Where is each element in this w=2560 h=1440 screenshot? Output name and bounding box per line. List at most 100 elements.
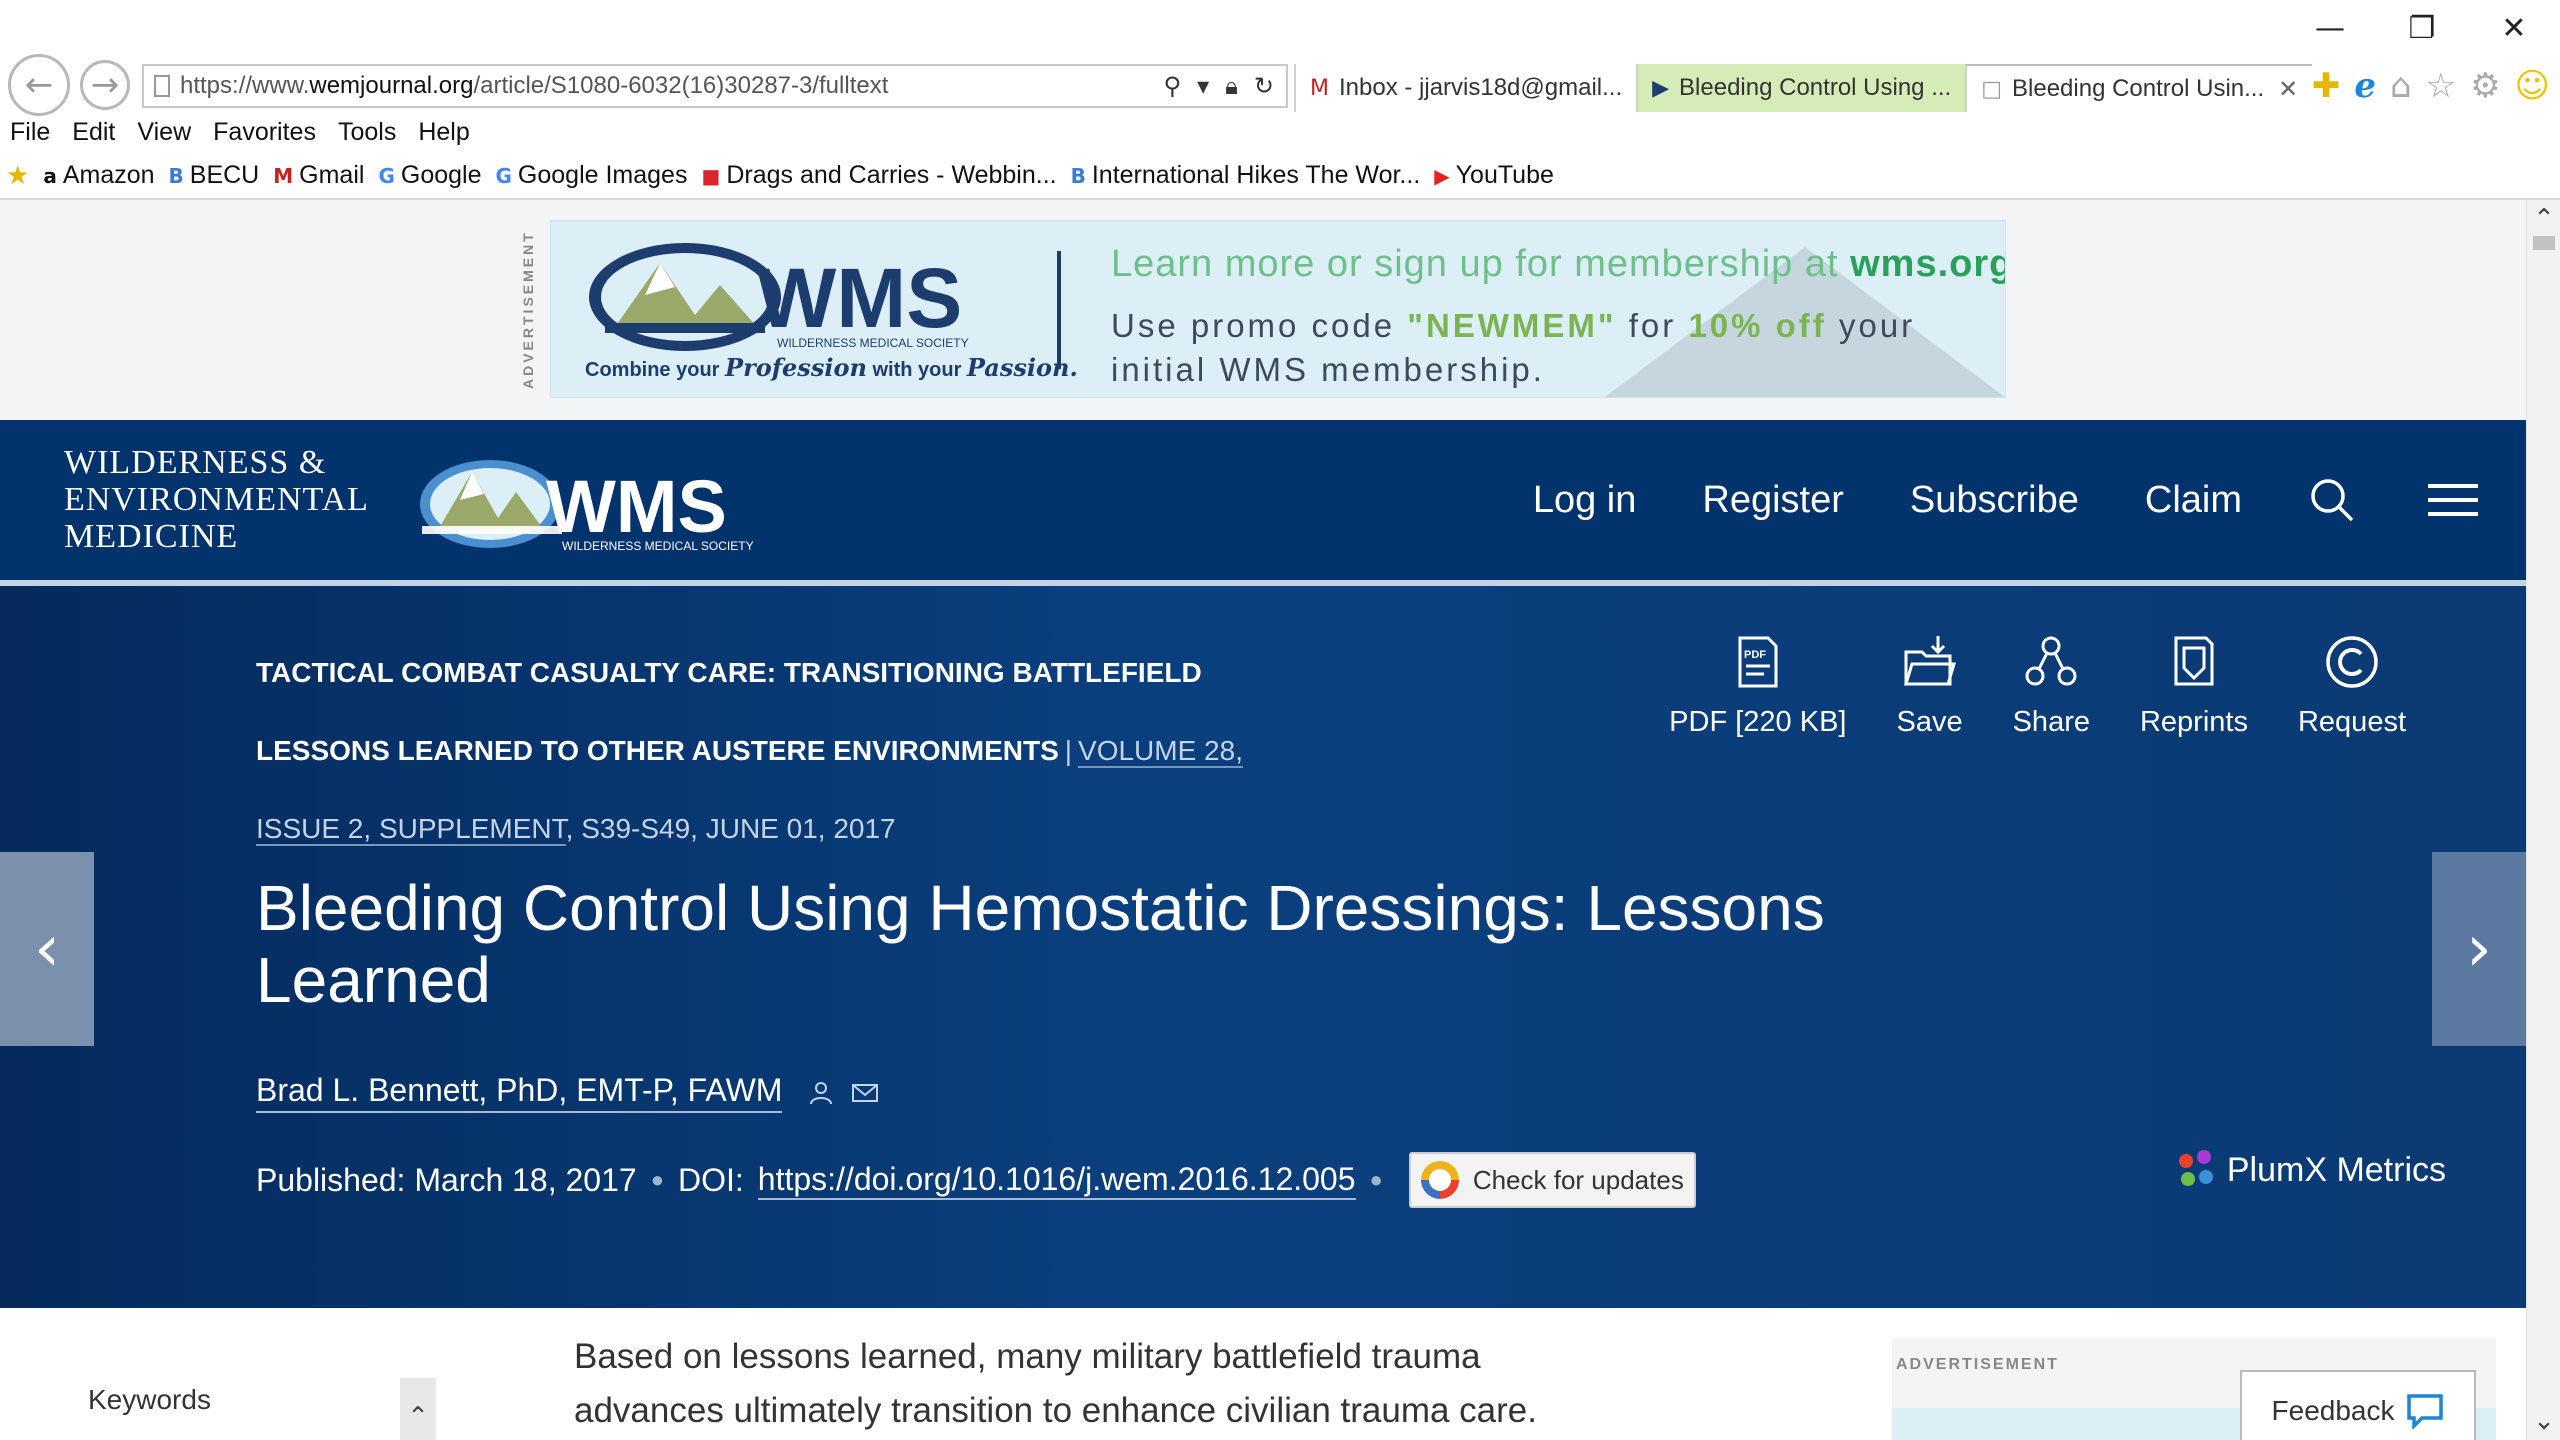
site-header: WILDERNESS & ENVIRONMENTAL MEDICINE WMS … [0, 420, 2526, 580]
action-label: PDF [220 KB] [1669, 706, 1847, 738]
ad-divider [1057, 251, 1061, 369]
fav-google-images[interactable]: G Google Images [496, 161, 688, 190]
settings-gear-icon[interactable]: ⚙ [2470, 66, 2500, 106]
ie-logo-icon[interactable]: ℯ [2354, 66, 2376, 106]
crossmark-icon [1420, 1161, 1459, 1199]
feedback-smiley-icon[interactable]: ☺ [2515, 66, 2550, 106]
new-tab-icon[interactable]: ✚ [2312, 66, 2341, 106]
menu-view[interactable]: View [137, 118, 191, 147]
volume-link[interactable]: VOLUME 28, [1078, 735, 1243, 768]
chevron-right-icon: › [2466, 912, 2492, 986]
discount-text: 10% off [1688, 307, 1827, 344]
pdf-download-button[interactable]: PDF PDF [220 KB] [1669, 634, 1846, 739]
hamburger-menu-icon[interactable] [2422, 476, 2478, 524]
svg-text:PDF: PDF [1744, 649, 1766, 661]
ad-text: for [1616, 307, 1689, 344]
fav-label: Google [400, 161, 482, 189]
section-title[interactable]: TACTICAL COMBAT CASUALTY CARE: TRANSITIO… [256, 657, 1202, 688]
action-label: Reprints [2139, 706, 2248, 738]
feedback-button[interactable]: Feedback [2240, 1370, 2476, 1440]
address-url[interactable]: https://www.wemjournal.org/article/S1080… [180, 72, 1163, 100]
search-icon[interactable] [2308, 476, 2356, 524]
fav-gmail[interactable]: M Gmail [273, 161, 364, 190]
article-actions: PDF PDF [220 KB] Save Share Reprints Req… [1669, 634, 2406, 739]
publication-row: Published: March 18, 2017 ● DOI: https:/… [256, 1152, 1696, 1208]
action-label: Request [2297, 706, 2406, 738]
wms-header-logo[interactable]: WMS WILDERNESS MEDICAL SOCIETY [418, 452, 778, 556]
gmail-icon: M [273, 163, 294, 188]
person-icon[interactable] [808, 1080, 834, 1106]
text-line: Based on lessons learned, many military … [574, 1337, 1481, 1376]
claim-link[interactable]: Claim [2145, 479, 2242, 522]
restore-button[interactable]: ❐ [2376, 0, 2468, 56]
section-title[interactable]: LESSONS LEARNED TO OTHER AUSTERE ENVIRON… [256, 735, 1059, 766]
menu-help[interactable]: Help [418, 118, 469, 147]
request-button[interactable]: Request [2298, 634, 2406, 739]
subscribe-link[interactable]: Subscribe [1910, 479, 2079, 522]
article-body: Keywords ⌃ Based on lessons learned, man… [0, 1308, 2526, 1440]
fav-international-hikes[interactable]: B International Hikes The Wor... [1071, 161, 1421, 190]
header-nav: Log in Register Subscribe Claim [1533, 420, 2478, 580]
keywords-collapse-button[interactable]: ⌃ [400, 1378, 436, 1440]
keywords-heading[interactable]: Keywords [88, 1384, 211, 1416]
back-button[interactable]: ← [8, 54, 70, 116]
scroll-thumb[interactable] [2533, 236, 2555, 250]
menu-file[interactable]: File [10, 118, 50, 147]
save-button[interactable]: Save [1896, 634, 1963, 739]
refresh-icon[interactable]: ↻ [1254, 72, 1274, 100]
page-icon [154, 75, 170, 97]
lock-icon[interactable]: 🔒︎ [1225, 72, 1238, 100]
fav-becu[interactable]: B BECU [169, 161, 260, 190]
tab-strip: M Inbox - jjarvis18d@gmail... ▶ Bleeding… [1294, 64, 2313, 112]
minimize-button[interactable]: — [2284, 0, 2376, 56]
reprints-button[interactable]: Reprints [2140, 634, 2248, 739]
ad-text: Learn more or sign up for membership at [1111, 243, 1851, 285]
share-button[interactable]: Share [2013, 634, 2090, 739]
chat-bubble-icon [2407, 1394, 2444, 1429]
register-link[interactable]: Register [1702, 479, 1844, 522]
url-path: /article/S1080-6032(16)30287-3/fulltext [473, 72, 889, 99]
fav-amazon[interactable]: a Amazon [43, 161, 154, 190]
favorites-star-icon[interactable]: ★ [6, 160, 29, 191]
dropdown-icon[interactable]: ▾ [1197, 72, 1209, 100]
tab-label: Inbox - jjarvis18d@gmail... [1338, 74, 1623, 101]
ad-logo-sub: WILDERNESS MEDICAL SOCIETY [777, 336, 969, 350]
menu-favorites[interactable]: Favorites [213, 118, 316, 147]
home-icon[interactable]: ⌂ [2390, 66, 2412, 106]
doi-link[interactable]: https://doi.org/10.1016/j.wem.2016.12.00… [757, 1161, 1356, 1200]
share-icon [2025, 636, 2077, 686]
fav-drags-and-carries[interactable]: ■ Drags and Carries - Webbin... [701, 161, 1056, 190]
journal-title[interactable]: WILDERNESS & ENVIRONMENTAL MEDICINE [64, 444, 369, 555]
menu-edit[interactable]: Edit [72, 118, 115, 147]
fav-google[interactable]: G Google [378, 161, 481, 190]
page-viewport: ADVERTISEMENT WMS WILDERNESS MEDICAL SOC… [0, 200, 2526, 1440]
scroll-up-icon[interactable]: ⌃ [2527, 204, 2560, 234]
journal-title-line: WILDERNESS & [64, 444, 327, 481]
next-article-button[interactable]: › [2432, 852, 2526, 1046]
tab-inbox[interactable]: M Inbox - jjarvis18d@gmail... [1294, 64, 1636, 112]
favorites-star-icon[interactable]: ☆ [2426, 66, 2456, 106]
close-window-button[interactable]: ✕ [2468, 0, 2560, 56]
scroll-down-icon[interactable]: ⌄ [2527, 1406, 2560, 1436]
ad-label: ADVERTISEMENT [1896, 1356, 2059, 1373]
fav-label: BECU [189, 161, 260, 189]
close-tab-icon[interactable]: ✕ [2278, 75, 2298, 103]
tab-bleeding-control-1[interactable]: ▶ Bleeding Control Using ... [1636, 64, 1966, 112]
previous-article-button[interactable]: ‹ [0, 852, 94, 1046]
login-link[interactable]: Log in [1533, 479, 1637, 522]
email-icon[interactable] [852, 1080, 879, 1106]
check-for-updates-button[interactable]: Check for updates [1408, 1152, 1696, 1208]
favorites-bar: ★ a Amazon B BECU M Gmail G Google G Google I… [6, 160, 1554, 191]
issue-link[interactable]: ISSUE 2, SUPPLEMENT [256, 813, 566, 846]
plumx-metrics-button[interactable]: PlumX Metrics [2177, 1150, 2446, 1190]
author-name-link[interactable]: Brad L. Bennett, PhD, EMT-P, FAWM [256, 1072, 783, 1113]
ad-label: ADVERTISEMENT [520, 230, 536, 390]
forward-button[interactable]: → [80, 60, 130, 110]
wms-membership-ad[interactable]: WMS WILDERNESS MEDICAL SOCIETY Combine y… [550, 220, 2006, 398]
search-icon[interactable]: ⚲ [1163, 72, 1181, 100]
fav-youtube[interactable]: ▶ YouTube [1434, 161, 1554, 190]
tab-bleeding-control-2[interactable]: □ Bleeding Control Usin... ✕ [1965, 64, 2313, 112]
menu-tools[interactable]: Tools [338, 118, 396, 147]
page-scrollbar[interactable]: ⌃ ⌄ [2526, 200, 2560, 1440]
address-bar[interactable]: https://www.wemjournal.org/article/S1080… [142, 64, 1288, 108]
